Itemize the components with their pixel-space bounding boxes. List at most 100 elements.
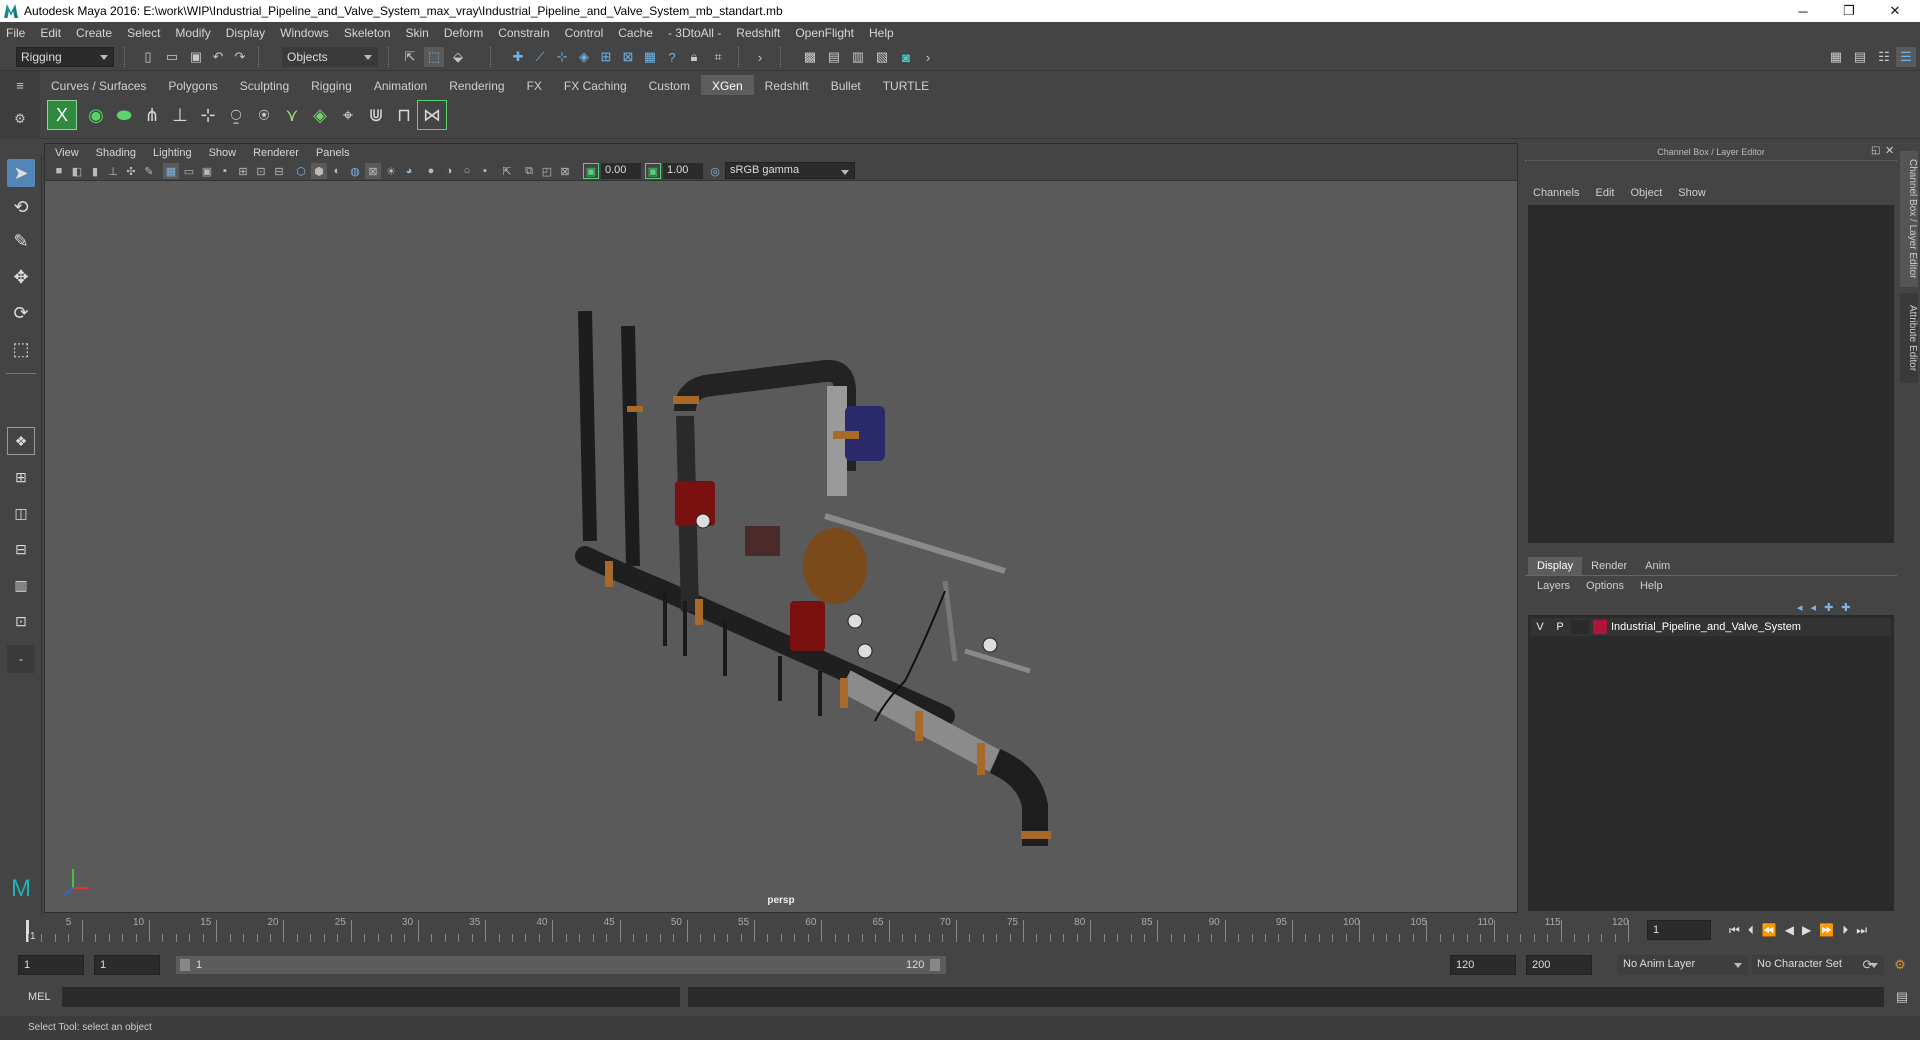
layer-playback-toggle[interactable]: P: [1549, 621, 1571, 633]
shelf-tab-menu-icon[interactable]: ≡: [10, 75, 30, 95]
viewport-menu-panels[interactable]: Panels: [316, 147, 350, 159]
auto-key-icon[interactable]: ⟳: [1858, 955, 1878, 975]
wireframe-on-shaded-icon[interactable]: ◐: [329, 163, 345, 179]
tab-display[interactable]: Display: [1528, 557, 1583, 575]
resolution-gate-icon[interactable]: ▣: [199, 163, 215, 179]
viewport-menu-renderer[interactable]: Renderer: [253, 147, 299, 159]
exposure-icon[interactable]: ▣: [583, 163, 599, 179]
edit-menu[interactable]: Edit: [1595, 187, 1614, 199]
xray-joints-icon[interactable]: ⧉: [521, 163, 537, 179]
shelf-tab-xgen[interactable]: XGen: [700, 75, 754, 95]
render-view-icon[interactable]: ▩: [800, 47, 820, 67]
object-menu[interactable]: Object: [1630, 187, 1662, 199]
uv-layout-icon[interactable]: ⊡: [7, 607, 35, 635]
step-back-frame-icon[interactable]: ⏪: [1762, 923, 1777, 938]
viewport-menu-view[interactable]: View: [55, 147, 79, 159]
step-back-key-icon[interactable]: ⏴: [1748, 923, 1754, 938]
attribute-editor-icon[interactable]: ▤: [1850, 47, 1870, 67]
gate-mask-icon[interactable]: ▪: [217, 163, 233, 179]
safe-title-icon[interactable]: ⊟: [271, 163, 287, 179]
select-component-icon[interactable]: ⬙: [448, 47, 468, 67]
2d-pan-zoom-icon[interactable]: ✣: [123, 163, 139, 179]
shelf-settings-icon[interactable]: ⚙: [10, 109, 30, 129]
ambient-occlusion-icon[interactable]: ●: [423, 163, 439, 179]
four-view-layout-icon[interactable]: ⊞: [7, 463, 35, 491]
command-input[interactable]: [62, 987, 680, 1007]
xgen-lock-guides-icon[interactable]: ⍟: [249, 100, 279, 130]
current-frame-field[interactable]: 1: [1647, 920, 1711, 940]
menu-skin[interactable]: Skin: [406, 26, 429, 40]
more-icon[interactable]: ›: [918, 47, 938, 67]
menu-create[interactable]: Create: [76, 26, 112, 40]
select-tool-icon[interactable]: ➤: [7, 159, 35, 187]
range-end-handle[interactable]: [930, 959, 940, 971]
shelf-tab-sculpting[interactable]: Sculpting: [229, 75, 300, 95]
xgen-rig-icon[interactable]: ⌖: [333, 100, 363, 130]
backface-icon[interactable]: ⊠: [557, 163, 573, 179]
tab-render[interactable]: Render: [1582, 557, 1636, 575]
camera-attributes-icon[interactable]: ◧: [69, 163, 85, 179]
gamma-icon[interactable]: ▣: [645, 163, 661, 179]
snap-curve-icon[interactable]: ⟋: [530, 47, 550, 67]
shelf-tab-redshift[interactable]: Redshift: [754, 75, 820, 95]
tab-anim[interactable]: Anim: [1636, 557, 1679, 575]
viewport-menu-show[interactable]: Show: [209, 147, 237, 159]
shelf-tab-animation[interactable]: Animation: [363, 75, 438, 95]
move-layer-up-icon[interactable]: ◂: [1797, 601, 1803, 614]
go-to-end-icon[interactable]: ⏭: [1856, 923, 1867, 938]
help-menu[interactable]: Help: [1640, 580, 1663, 592]
viewport-menu-shading[interactable]: Shading: [96, 147, 136, 159]
xgen-interactive-groom-icon[interactable]: ⋈: [417, 100, 447, 130]
shelf-tab-fx-caching[interactable]: FX Caching: [553, 75, 638, 95]
hypershade-layout-icon[interactable]: ▥: [7, 571, 35, 599]
view-transform-dropdown[interactable]: sRGB gamma: [725, 162, 855, 179]
xray-icon[interactable]: ◕: [401, 163, 417, 179]
select-object-icon[interactable]: ⬚: [424, 47, 444, 67]
make-live-icon[interactable]: ⊞: [596, 47, 616, 67]
new-scene-icon[interactable]: ▯: [138, 47, 158, 67]
history-icon[interactable]: ?: [662, 47, 682, 67]
channels-menu[interactable]: Channels: [1533, 187, 1579, 199]
film-gate-icon[interactable]: ▭: [181, 163, 197, 179]
anti-aliasing-icon[interactable]: ○: [459, 163, 475, 179]
rotate-tool-icon[interactable]: ⟳: [7, 299, 35, 327]
xgen-grass-icon[interactable]: ⋓: [361, 100, 391, 130]
grid-icon[interactable]: ▦: [163, 163, 179, 179]
grease-pencil-icon[interactable]: ✎: [141, 163, 157, 179]
xgen-fur-icon[interactable]: ⋎: [277, 100, 307, 130]
close-panel-icon[interactable]: ✕: [1885, 144, 1894, 157]
outliner-layout-icon[interactable]: ◫: [7, 499, 35, 527]
lock-icon[interactable]: 🔒︎: [684, 47, 704, 67]
select-hierarchy-icon[interactable]: ⇱: [400, 47, 420, 67]
anim-layer-dropdown[interactable]: No Anim Layer: [1618, 955, 1748, 975]
float-panel-icon[interactable]: ◱: [1871, 145, 1880, 156]
range-start-handle[interactable]: [180, 959, 190, 971]
new-layer-icon[interactable]: ✚: [1824, 601, 1833, 614]
close-button[interactable]: ✕: [1872, 0, 1918, 22]
construction-history-icon[interactable]: ⌗: [708, 47, 728, 67]
menu-3dtoall[interactable]: - 3DtoAll -: [668, 26, 721, 40]
menu-cache[interactable]: Cache: [618, 26, 653, 40]
open-scene-icon[interactable]: ▭: [162, 47, 182, 67]
lighting-icon[interactable]: ⊠: [365, 163, 381, 179]
menu-deform[interactable]: Deform: [444, 26, 483, 40]
side-tab-channel-box[interactable]: Channel Box / Layer Editor: [1900, 151, 1918, 287]
snap-vertex-icon[interactable]: ▦: [640, 47, 660, 67]
camera-select-icon[interactable]: ■: [51, 163, 67, 179]
menu-select[interactable]: Select: [127, 26, 160, 40]
channel-list[interactable]: [1528, 205, 1894, 543]
menu-help[interactable]: Help: [869, 26, 894, 40]
color-management-icon[interactable]: ◎: [707, 163, 723, 179]
motion-blur-icon[interactable]: ◑: [441, 163, 457, 179]
smooth-shade-icon[interactable]: ⬢: [311, 163, 327, 179]
xgen-sculpt-icon[interactable]: ⍜: [221, 100, 251, 130]
script-language-label[interactable]: MEL: [28, 991, 51, 1003]
viewport-menu-lighting[interactable]: Lighting: [153, 147, 192, 159]
shelf-tab-turtle[interactable]: TURTLE: [872, 75, 940, 95]
shadows-icon[interactable]: ☀: [383, 163, 399, 179]
undo-icon[interactable]: ↶: [208, 47, 228, 67]
step-forward-frame-icon[interactable]: ⏩: [1819, 923, 1834, 938]
shelf-tab-bullet[interactable]: Bullet: [820, 75, 872, 95]
graph-layout-icon[interactable]: ⊟: [7, 535, 35, 563]
image-plane-icon[interactable]: ⊥: [105, 163, 121, 179]
